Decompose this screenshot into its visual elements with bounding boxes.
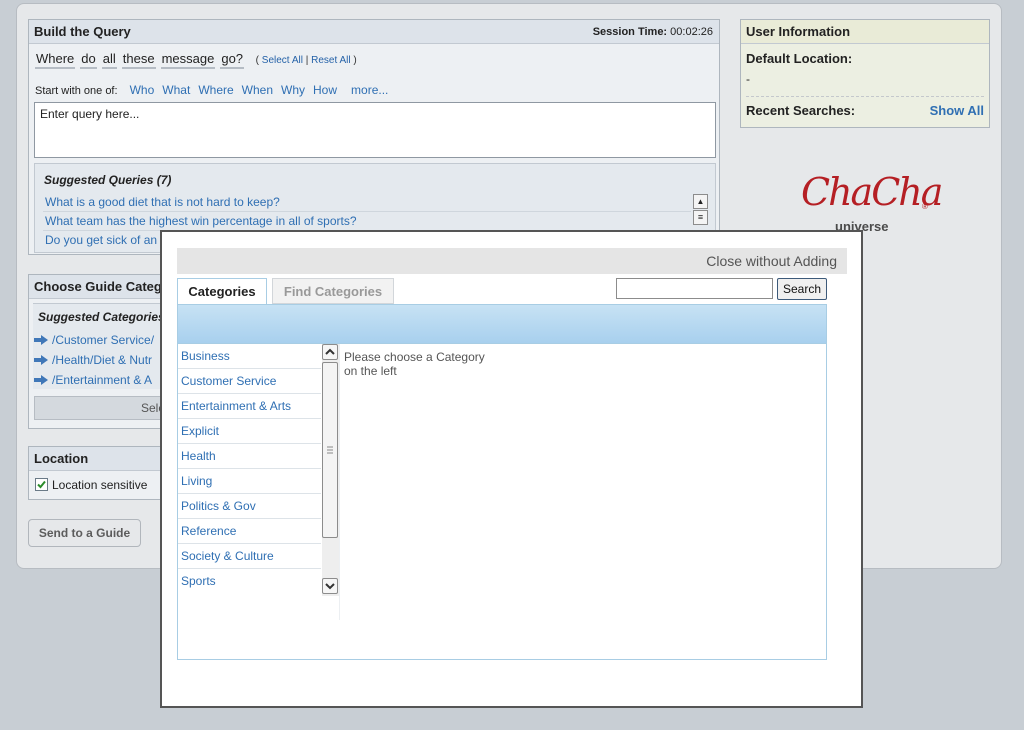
suggested-categories-title: Suggested Categories	[38, 310, 165, 324]
arrow-right-icon	[34, 355, 48, 365]
start-word-how[interactable]: How	[313, 83, 337, 97]
start-word-more[interactable]: more...	[351, 83, 388, 97]
chacha-logo: ChaCha ® universe	[801, 170, 943, 234]
grip-icon	[327, 446, 333, 454]
default-location-value: -	[746, 72, 750, 86]
query-input[interactable]: Enter query here...	[34, 102, 716, 158]
scroll-down-button[interactable]	[322, 578, 338, 594]
build-query-panel: Build the Query Session Time: 00:02:26 W…	[28, 19, 720, 255]
location-checkbox-label: Location sensitive	[52, 478, 148, 492]
scroll-up-icon[interactable]: ▲	[693, 194, 708, 209]
start-word-when[interactable]: When	[242, 83, 273, 97]
category-list: Business Customer Service Entertainment …	[178, 344, 339, 620]
category-item-sports[interactable]: Sports	[178, 569, 321, 594]
category-item-business[interactable]: Business	[178, 344, 321, 369]
show-all-link[interactable]: Show All	[930, 103, 984, 118]
category-item-health[interactable]: Health	[178, 444, 321, 469]
suggested-queries-title: Suggested Queries (7)	[44, 173, 172, 187]
suggested-query-item[interactable]: Do you get sick of an	[45, 233, 157, 247]
tab-categories[interactable]: Categories	[177, 278, 267, 304]
category-item-customer-service[interactable]: Customer Service	[178, 369, 321, 394]
suggested-query-item[interactable]: What team has the highest win percentage…	[45, 214, 357, 228]
open-paren: (	[255, 55, 260, 66]
category-band	[177, 304, 827, 344]
word-chip[interactable]: all	[101, 51, 117, 69]
suggested-category-item[interactable]: /Health/Diet & Nutr	[34, 353, 152, 367]
category-modal: Close without Adding Categories Find Cat…	[160, 230, 863, 708]
category-item-society[interactable]: Society & Culture	[178, 544, 321, 569]
word-chip[interactable]: go?	[220, 51, 245, 69]
session-label: Session Time:	[592, 26, 668, 38]
suggested-category-label: /Entertainment & A	[52, 373, 153, 387]
close-paren: )	[353, 55, 357, 66]
arrow-right-icon	[34, 335, 48, 345]
query-word-chips: Where do all these message go? ( Select All |…	[35, 51, 363, 69]
select-all-link[interactable]: Select All	[262, 55, 303, 66]
start-word-what[interactable]: What	[162, 83, 190, 97]
guide-categories-panel: Choose Guide Categ Suggested Categories …	[28, 274, 183, 429]
category-scrollbar[interactable]	[322, 344, 339, 596]
logo-wordmark: ChaCha	[801, 170, 943, 214]
word-chip[interactable]: these	[121, 51, 156, 69]
select-categories-button[interactable]: Sele	[34, 396, 174, 420]
suggested-category-item[interactable]: /Customer Service/	[34, 333, 154, 347]
start-with-label: Start with one of:	[35, 85, 118, 97]
send-to-guide-button[interactable]: Send to a Guide	[28, 519, 141, 547]
build-query-title: Build the Query	[34, 24, 131, 39]
chevron-up-icon	[325, 348, 335, 355]
category-item-reference[interactable]: Reference	[178, 519, 321, 544]
default-location-label: Default Location:	[746, 51, 853, 66]
divider	[746, 96, 984, 97]
location-panel: Location Location sensitive	[28, 446, 178, 500]
build-query-header: Build the Query Session Time: 00:02:26	[29, 20, 719, 44]
arrow-right-icon	[34, 375, 48, 385]
recent-searches-label: Recent Searches:	[746, 103, 856, 118]
reset-all-link[interactable]: Reset All	[311, 55, 350, 66]
start-word-where[interactable]: Where	[198, 83, 233, 97]
start-word-who[interactable]: Who	[130, 83, 155, 97]
checkmark-icon	[37, 480, 46, 489]
modal-titlebar: Close without Adding	[177, 248, 847, 274]
category-item-entertainment[interactable]: Entertainment & Arts	[178, 394, 321, 419]
suggested-category-label: /Customer Service/	[52, 333, 155, 347]
suggested-query-item[interactable]: What is a good diet that is not hard to …	[45, 195, 280, 209]
category-hint-line2: on the left	[344, 364, 397, 378]
session-time: Session Time: 00:02:26	[593, 20, 713, 44]
tab-find-categories[interactable]: Find Categories	[272, 278, 394, 304]
start-word-why[interactable]: Why	[281, 83, 305, 97]
category-item-explicit[interactable]: Explicit	[178, 419, 321, 444]
suggested-category-label: /Health/Diet & Nutr	[52, 353, 153, 367]
word-chip[interactable]: Where	[35, 51, 76, 69]
start-with-row: Start with one of: Who What Where When Why Ho…	[35, 83, 388, 97]
category-search-input[interactable]	[616, 278, 773, 299]
user-info-header: User Information	[741, 20, 989, 44]
category-hint-line1: Please choose a Category	[344, 350, 485, 364]
word-chip[interactable]: message	[160, 51, 216, 69]
registered-mark: ®	[922, 202, 928, 211]
select-reset-group: ( Select All | Reset All )	[255, 55, 358, 67]
category-item-politics[interactable]: Politics & Gov	[178, 494, 321, 519]
scroll-thumb-icon[interactable]: ≡	[693, 210, 708, 225]
scroll-thumb[interactable]	[322, 362, 338, 538]
category-item-living[interactable]: Living	[178, 469, 321, 494]
chevron-down-icon	[325, 583, 335, 590]
suggested-category-item[interactable]: /Entertainment & A	[34, 373, 152, 387]
user-info-panel: User Information Default Location: - Rec…	[740, 19, 990, 128]
word-chip[interactable]: do	[80, 51, 97, 69]
category-hint: Please choose a Category on the left	[344, 350, 504, 378]
location-header: Location	[29, 447, 177, 471]
search-button[interactable]: Search	[777, 278, 827, 300]
link-divider: |	[305, 55, 309, 66]
category-content: Business Customer Service Entertainment …	[177, 344, 827, 660]
location-row: Location sensitive	[35, 478, 147, 492]
divider	[43, 211, 691, 212]
location-checkbox[interactable]	[35, 478, 48, 491]
scroll-up-button[interactable]	[322, 344, 338, 360]
close-without-adding-link[interactable]: Close without Adding	[706, 253, 837, 269]
session-value: 00:02:26	[670, 26, 713, 38]
list-separator	[339, 344, 340, 620]
guide-categories-header: Choose Guide Categ	[29, 275, 177, 299]
